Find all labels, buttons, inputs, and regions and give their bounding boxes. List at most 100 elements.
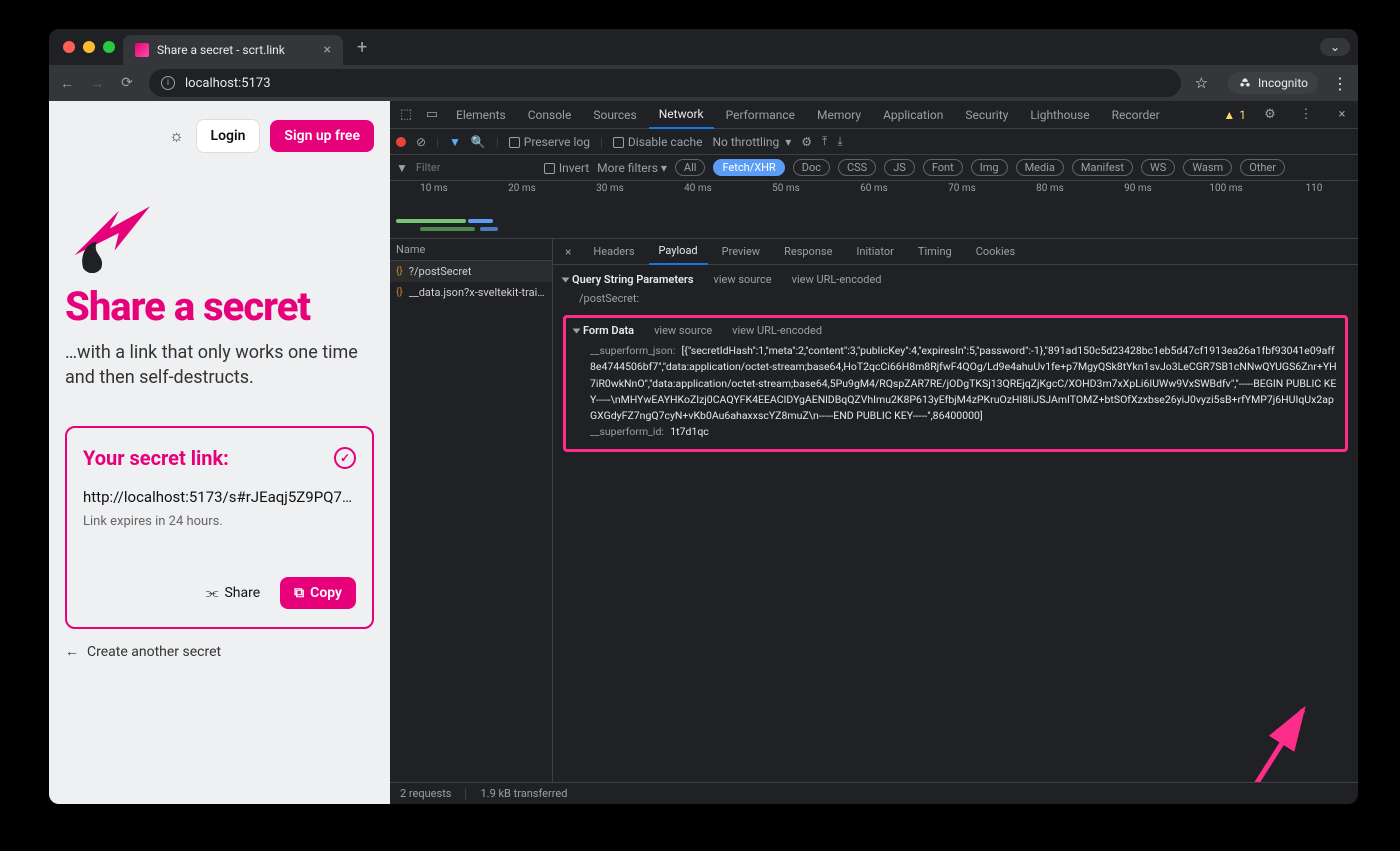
network-conditions-icon[interactable]: ⚙̇: [801, 135, 812, 149]
signup-button[interactable]: Sign up free: [270, 120, 374, 152]
create-another-link[interactable]: ← Create another secret: [65, 643, 374, 660]
close-devtools-icon[interactable]: ×: [1330, 107, 1354, 122]
expiry-text: Link expires in 24 hours.: [83, 514, 356, 529]
view-url-encoded-link[interactable]: view URL-encoded: [792, 273, 882, 286]
request-row[interactable]: {} __data.json?x-sveltekit-traili…: [390, 282, 552, 303]
view-url-encoded-link[interactable]: view URL-encoded: [732, 324, 822, 337]
record-button[interactable]: [396, 137, 406, 147]
tab-security[interactable]: Security: [955, 101, 1018, 129]
login-button[interactable]: Login: [196, 119, 261, 153]
pill-other[interactable]: Other: [1240, 159, 1285, 176]
tab-performance[interactable]: Performance: [716, 101, 805, 129]
pill-media[interactable]: Media: [1016, 159, 1064, 176]
tab-overflow-button[interactable]: ⌄: [1320, 38, 1350, 56]
inspect-element-icon[interactable]: ⬚: [394, 107, 418, 122]
network-toolbar: ⊘ | ▼ 🔍 | Preserve log | Disable cache N…: [390, 129, 1358, 155]
pill-fetch-xhr[interactable]: Fetch/XHR: [713, 159, 784, 176]
detail-tab-payload[interactable]: Payload: [649, 239, 708, 265]
settings-gear-icon[interactable]: ⚙: [1258, 107, 1282, 122]
secret-link[interactable]: http://localhost:5173/s#rJEaqj5Z9PQ7N…: [83, 488, 356, 506]
site-info-icon[interactable]: i: [161, 76, 175, 90]
close-tab-icon[interactable]: ×: [324, 42, 331, 58]
export-har-icon[interactable]: ⤓: [837, 134, 842, 149]
detail-tab-headers[interactable]: Headers: [583, 239, 644, 265]
page-heading: Share a secret: [65, 283, 374, 330]
request-detail: × Headers Payload Preview Response Initi…: [553, 239, 1358, 782]
search-icon[interactable]: 🔍: [471, 135, 486, 149]
view-source-link[interactable]: view source: [654, 324, 712, 337]
clear-button[interactable]: ⊘: [416, 135, 426, 149]
reload-button[interactable]: ⟳: [119, 75, 135, 91]
url-text: localhost:5173: [185, 76, 271, 91]
xhr-icon: {}: [396, 266, 403, 277]
request-list: Name {} ?/postSecret {} __data.json?x-sv…: [390, 239, 553, 782]
device-toggle-icon[interactable]: ▭: [420, 107, 444, 122]
invert-checkbox[interactable]: Invert: [544, 161, 589, 175]
filter-input[interactable]: [416, 161, 536, 174]
pill-img[interactable]: Img: [971, 159, 1008, 176]
share-button[interactable]: ⫘ Share: [196, 577, 270, 609]
pill-ws[interactable]: WS: [1141, 159, 1175, 176]
secret-link-card: Your secret link: ✓ http://localhost:517…: [65, 426, 374, 629]
pill-css[interactable]: CSS: [838, 159, 876, 176]
back-button[interactable]: ←: [59, 75, 75, 91]
theme-toggle-icon[interactable]: ☼: [168, 127, 186, 145]
pill-manifest[interactable]: Manifest: [1072, 159, 1133, 176]
success-check-icon: ✓: [334, 447, 356, 469]
tab-lighthouse[interactable]: Lighthouse: [1020, 101, 1099, 129]
request-list-header[interactable]: Name: [390, 239, 552, 261]
detail-tab-response[interactable]: Response: [774, 239, 842, 265]
maximize-window-button[interactable]: [103, 41, 115, 53]
pill-doc[interactable]: Doc: [793, 159, 830, 176]
pill-all[interactable]: All: [675, 159, 706, 176]
browser-tab[interactable]: Share a secret - scrt.link ×: [123, 35, 343, 65]
preserve-log-checkbox[interactable]: Preserve log: [509, 135, 590, 149]
tab-recorder[interactable]: Recorder: [1102, 101, 1170, 129]
copy-icon: ⧉: [294, 585, 304, 601]
more-filters-select[interactable]: More filters ▾: [597, 161, 667, 175]
address-bar[interactable]: i localhost:5173: [149, 69, 1181, 97]
tab-network[interactable]: Network: [649, 101, 714, 129]
tab-application[interactable]: Application: [873, 101, 953, 129]
app-logo-icon: [65, 193, 374, 277]
pill-font[interactable]: Font: [923, 159, 963, 176]
close-detail-icon[interactable]: ×: [557, 245, 579, 259]
tab-title: Share a secret - scrt.link: [157, 43, 285, 57]
window-controls: [57, 41, 115, 53]
incognito-badge: Incognito: [1228, 72, 1318, 94]
detail-tab-timing[interactable]: Timing: [908, 239, 962, 265]
new-tab-button[interactable]: +: [351, 37, 373, 58]
request-row[interactable]: {} ?/postSecret: [390, 261, 552, 282]
detail-tab-initiator[interactable]: Initiator: [846, 239, 904, 265]
form-section-title[interactable]: Form Data: [583, 324, 634, 337]
disable-cache-checkbox[interactable]: Disable cache: [613, 135, 703, 149]
detail-tab-preview[interactable]: Preview: [712, 239, 770, 265]
forward-button[interactable]: →: [89, 75, 105, 91]
pill-js[interactable]: JS: [884, 159, 915, 176]
bookmark-icon[interactable]: ☆: [1195, 74, 1208, 92]
tab-elements[interactable]: Elements: [446, 101, 516, 129]
tab-console[interactable]: Console: [518, 101, 582, 129]
more-menu-icon[interactable]: ⋮: [1294, 107, 1318, 122]
throttling-select[interactable]: No throttling ▾: [713, 135, 792, 149]
filter-toggle-icon[interactable]: ▼: [449, 135, 461, 149]
page-subtitle: …with a link that only works one time an…: [65, 340, 374, 390]
share-icon: ⫘: [206, 585, 219, 601]
browser-menu-button[interactable]: ⋮: [1332, 74, 1348, 93]
close-window-button[interactable]: [63, 41, 75, 53]
filter-icon: ▼: [396, 161, 408, 175]
pill-wasm[interactable]: Wasm: [1183, 159, 1232, 176]
import-har-icon[interactable]: ⤒: [822, 134, 827, 149]
devtools-panel: ⬚ ▭ Elements Console Sources Network Per…: [390, 101, 1358, 804]
copy-button[interactable]: ⧉ Copy: [280, 577, 356, 609]
view-source-link[interactable]: view source: [714, 273, 772, 286]
tab-sources[interactable]: Sources: [583, 101, 646, 129]
warnings-badge[interactable]: ▲ 1: [1223, 108, 1246, 122]
minimize-window-button[interactable]: [83, 41, 95, 53]
tab-memory[interactable]: Memory: [807, 101, 871, 129]
network-timeline[interactable]: 10 ms 20 ms 30 ms 40 ms 50 ms 60 ms 70 m…: [390, 181, 1358, 239]
detail-tab-cookies[interactable]: Cookies: [966, 239, 1025, 265]
page-content: ☼ Login Sign up free Share a secret …wit…: [49, 101, 390, 804]
query-section-title[interactable]: Query String Parameters: [572, 273, 694, 286]
card-title: Your secret link:: [83, 446, 229, 470]
